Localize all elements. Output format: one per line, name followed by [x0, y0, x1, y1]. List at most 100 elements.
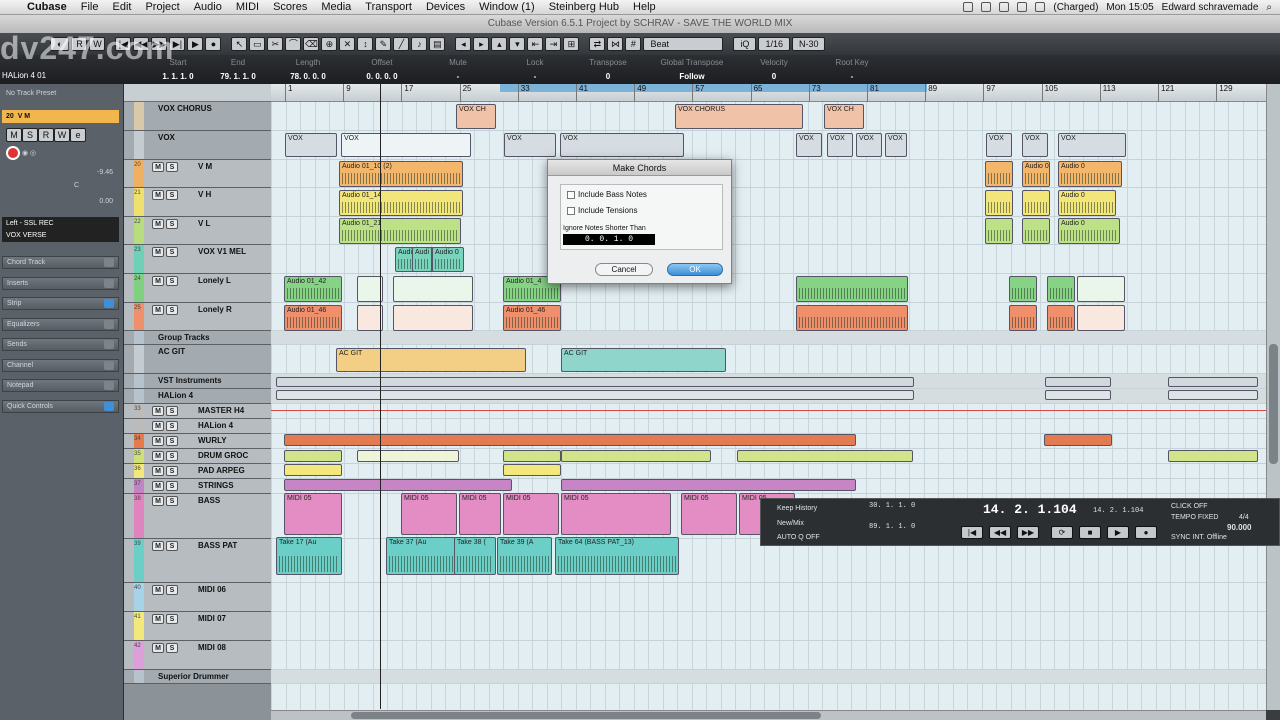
- arrangement-area[interactable]: VOX CH VOX CHORUS VOX CH VOX VOX VOX VOX VOX VOX…: [271, 102, 1266, 710]
- mute-button[interactable]: M: [152, 406, 164, 416]
- mute-button[interactable]: M: [152, 614, 164, 624]
- menu-devices[interactable]: Devices: [419, 1, 472, 13]
- solo-button[interactable]: S: [166, 190, 178, 200]
- event-clip[interactable]: VOX: [341, 133, 471, 157]
- track-row[interactable]: 20 M S V M: [124, 160, 272, 188]
- event-clip[interactable]: [276, 377, 914, 387]
- track-row[interactable]: VST Instruments: [124, 374, 272, 389]
- stop-button[interactable]: ■: [1079, 526, 1101, 539]
- track-row[interactable]: 35 M S DRUM GROC: [124, 449, 272, 464]
- output-routing[interactable]: VOX VERSE: [2, 229, 119, 242]
- event-clip[interactable]: VOX: [827, 133, 853, 157]
- event-clip[interactable]: [284, 434, 856, 446]
- event-clip[interactable]: MIDI 05: [284, 493, 342, 535]
- event-clip[interactable]: VOX: [560, 133, 684, 157]
- autoscroll-icon[interactable]: ⇄: [589, 37, 606, 51]
- event-clip[interactable]: VOX: [856, 133, 882, 157]
- solo-button[interactable]: S: [166, 466, 178, 476]
- timebase-icon[interactable]: ◎: [30, 149, 36, 157]
- draw-tool-icon[interactable]: ✎: [375, 37, 392, 51]
- track-row[interactable]: VOX CHORUS: [124, 102, 272, 131]
- checkbox-icon[interactable]: [567, 206, 575, 215]
- nudge-down-icon[interactable]: ▾: [509, 37, 526, 51]
- play-tool-icon[interactable]: ♪: [411, 37, 428, 51]
- event-clip[interactable]: Audio 01_46: [284, 305, 342, 331]
- event-clip[interactable]: [1022, 190, 1050, 216]
- event-clip[interactable]: [393, 305, 473, 331]
- monitor-icon[interactable]: ◉: [22, 149, 28, 157]
- track-row[interactable]: 41 M S MIDI 07: [124, 612, 272, 641]
- time-signature[interactable]: 4/4: [1239, 514, 1249, 521]
- track-lane[interactable]: [271, 612, 1266, 641]
- info-transpose[interactable]: Transpose 0: [578, 58, 638, 81]
- mute-button[interactable]: M: [152, 247, 164, 257]
- mute-button[interactable]: M: [152, 421, 164, 431]
- solo-button[interactable]: S: [166, 421, 178, 431]
- menu-media[interactable]: Media: [314, 1, 358, 13]
- event-clip[interactable]: VOX CH: [456, 104, 496, 129]
- record-button[interactable]: ●: [1135, 526, 1157, 539]
- forward-button[interactable]: ▶▶: [1017, 526, 1039, 539]
- event-clip[interactable]: [284, 450, 342, 462]
- solo-button[interactable]: S: [166, 585, 178, 595]
- event-clip[interactable]: Audio 01_10 (2): [339, 161, 463, 187]
- include-bass-notes-checkbox[interactable]: Include Bass Notes: [567, 190, 647, 199]
- event-clip[interactable]: MIDI 05: [681, 493, 737, 535]
- time-warp-tool-icon[interactable]: ↕: [357, 37, 374, 51]
- event-clip[interactable]: [796, 305, 908, 331]
- info-global-transpose[interactable]: Global Transpose Follow: [652, 58, 732, 81]
- record-enable-icon[interactable]: [6, 145, 20, 160]
- menu-help[interactable]: Help: [626, 1, 663, 13]
- track-color-strip[interactable]: [134, 331, 144, 344]
- cancel-button[interactable]: Cancel: [595, 263, 653, 276]
- event-clip[interactable]: Audio 0: [1058, 190, 1116, 216]
- menu-transport[interactable]: Transport: [358, 1, 419, 13]
- menu-scores[interactable]: Scores: [266, 1, 314, 13]
- mute-button[interactable]: M: [152, 162, 164, 172]
- track-color-strip[interactable]: [134, 345, 144, 373]
- event-clip[interactable]: [1045, 390, 1111, 400]
- vertical-scrollbar[interactable]: [1266, 84, 1280, 710]
- event-clip[interactable]: VOX: [1058, 133, 1126, 157]
- quantize-preset-select[interactable]: 1/16: [758, 37, 790, 51]
- event-clip[interactable]: VOX: [504, 133, 556, 157]
- horizontal-scroll-thumb[interactable]: [351, 712, 821, 719]
- status-icon[interactable]: [999, 2, 1010, 12]
- loop-range[interactable]: [500, 84, 927, 92]
- event-clip[interactable]: Audio 0: [432, 247, 464, 272]
- track-row[interactable]: 36 M S PAD ARPEG: [124, 464, 272, 479]
- nudge-right-icon[interactable]: ▸: [473, 37, 490, 51]
- mute-button[interactable]: M: [152, 643, 164, 653]
- volume-control[interactable]: -9.46: [2, 166, 119, 179]
- info-length[interactable]: Length 78. 0. 0. 0: [278, 58, 338, 81]
- event-clip[interactable]: [284, 479, 512, 491]
- event-clip[interactable]: VOX CHORUS: [675, 104, 803, 129]
- event-clip[interactable]: VOX: [885, 133, 907, 157]
- cycle-button[interactable]: ⟳: [1051, 526, 1073, 539]
- write-button[interactable]: W: [54, 127, 70, 142]
- track-color-strip[interactable]: [134, 670, 144, 683]
- tempo-mode[interactable]: TEMPO FIXED: [1171, 514, 1218, 521]
- clock[interactable]: Mon 15:05: [1106, 2, 1153, 13]
- line-tool-icon[interactable]: ╱: [393, 37, 410, 51]
- info-root-key[interactable]: Root Key -: [822, 58, 882, 81]
- ignore-notes-field[interactable]: 0. 0. 1. 0: [563, 234, 655, 245]
- event-clip[interactable]: [1009, 276, 1037, 302]
- track-row[interactable]: 34 M S WURLY: [124, 434, 272, 449]
- info-mute[interactable]: Mute -: [428, 58, 488, 81]
- ok-button[interactable]: OK: [667, 263, 723, 276]
- menu-edit[interactable]: Edit: [105, 1, 138, 13]
- track-preset[interactable]: No Track Preset: [2, 87, 119, 100]
- track-color-strip[interactable]: [134, 419, 144, 433]
- event-clip[interactable]: AC GIT: [336, 348, 526, 372]
- event-clip[interactable]: [1047, 305, 1075, 331]
- nudge-left-icon[interactable]: ◂: [455, 37, 472, 51]
- color-tool-icon[interactable]: ▤: [429, 37, 446, 51]
- menu-steinberg-hub[interactable]: Steinberg Hub: [542, 1, 626, 13]
- mute-button[interactable]: M: [6, 127, 22, 142]
- track-row[interactable]: 37 M S STRINGS: [124, 479, 272, 494]
- quantize-mode-select[interactable]: N-30: [791, 37, 826, 51]
- solo-button[interactable]: S: [166, 614, 178, 624]
- event-clip[interactable]: Take 64 (BASS PAT_13): [555, 537, 679, 575]
- play-icon[interactable]: ▶: [187, 37, 204, 51]
